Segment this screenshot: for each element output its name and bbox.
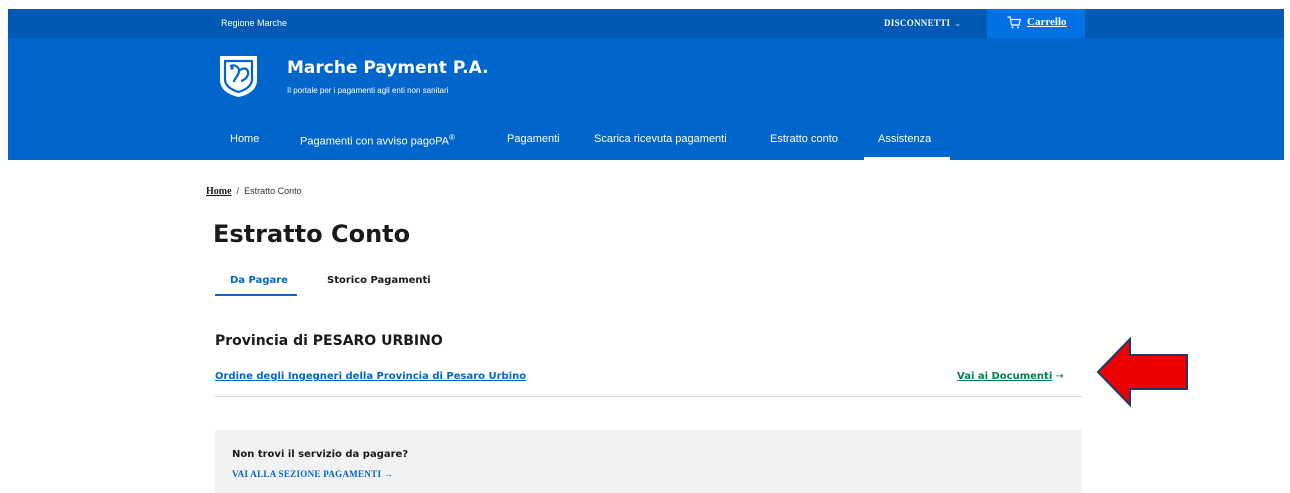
tab-storico-pagamenti[interactable]: Storico Pagamenti — [327, 275, 431, 286]
nav-item-assistenza[interactable]: Assistenza — [878, 133, 931, 145]
docs-link[interactable]: Vai ai Documenti → — [957, 371, 1064, 382]
slim-header: Regione Marche DISCONNETTI ⌄ Carrello — [8, 9, 1284, 38]
nav-item-home[interactable]: Home — [230, 133, 259, 145]
breadcrumb-current: Estratto Conto — [244, 186, 302, 196]
docs-link-label: Vai ai Documenti — [957, 371, 1053, 382]
cart-button[interactable]: Carrello — [987, 9, 1085, 38]
nav-item-estratto-conto[interactable]: Estratto conto — [770, 133, 838, 145]
breadcrumb-separator: / — [236, 186, 240, 196]
breadcrumb-home-link[interactable]: Home — [206, 186, 232, 197]
notice-question: Non trovi il servizio da pagare? — [232, 449, 409, 460]
section-title: Provincia di PESARO URBINO — [215, 333, 443, 349]
regione-marche-logo[interactable] — [218, 54, 259, 98]
disconnect-label: DISCONNETTI — [884, 18, 951, 28]
tab-active-indicator — [215, 294, 297, 296]
nav-active-indicator — [864, 157, 950, 160]
disconnect-button[interactable]: DISCONNETTI ⌄ — [884, 18, 961, 28]
nav-item-scarica-ricevuta[interactable]: Scarica ricevuta pagamenti — [594, 133, 727, 145]
row-divider — [215, 396, 1082, 397]
org-link[interactable]: Ordine degli Ingegneri della Provincia d… — [215, 371, 526, 382]
breadcrumb: Home / Estratto Conto — [206, 186, 302, 197]
arrow-right-icon: → — [383, 469, 394, 479]
page-title: Estratto Conto — [213, 220, 411, 248]
payments-section-label: VAI ALLA SEZIONE PAGAMENTI — [232, 469, 382, 479]
brand-subtitle: Il portale per i pagamenti agli enti non… — [287, 86, 449, 95]
cart-label: Carrello — [1027, 16, 1067, 28]
payments-section-link[interactable]: VAI ALLA SEZIONE PAGAMENTI → — [232, 469, 393, 479]
nav-item-pagamenti-pagopa[interactable]: Pagamenti con avviso pagoPA® — [300, 133, 455, 148]
notice-box: Non trovi il servizio da pagare? VAI ALL… — [215, 430, 1082, 493]
nav-item-pagamenti[interactable]: Pagamenti — [507, 133, 560, 145]
nav-item-pagopa-label: Pagamenti con avviso pagoPA — [300, 135, 449, 148]
registered-mark: ® — [449, 133, 455, 142]
arrow-right-icon: → — [1055, 371, 1064, 382]
main-nav: Home Pagamenti con avviso pagoPA® Pagame… — [8, 121, 1284, 160]
tab-da-pagare[interactable]: Da Pagare — [230, 275, 288, 286]
red-arrow-annotation — [1096, 337, 1188, 407]
chevron-down-icon: ⌄ — [954, 19, 962, 28]
brand-title[interactable]: Marche Payment P.A. — [287, 58, 489, 78]
region-link[interactable]: Regione Marche — [221, 18, 287, 28]
site-header: Regione Marche DISCONNETTI ⌄ Carrello Mar… — [8, 9, 1284, 160]
cart-icon — [1007, 16, 1021, 29]
